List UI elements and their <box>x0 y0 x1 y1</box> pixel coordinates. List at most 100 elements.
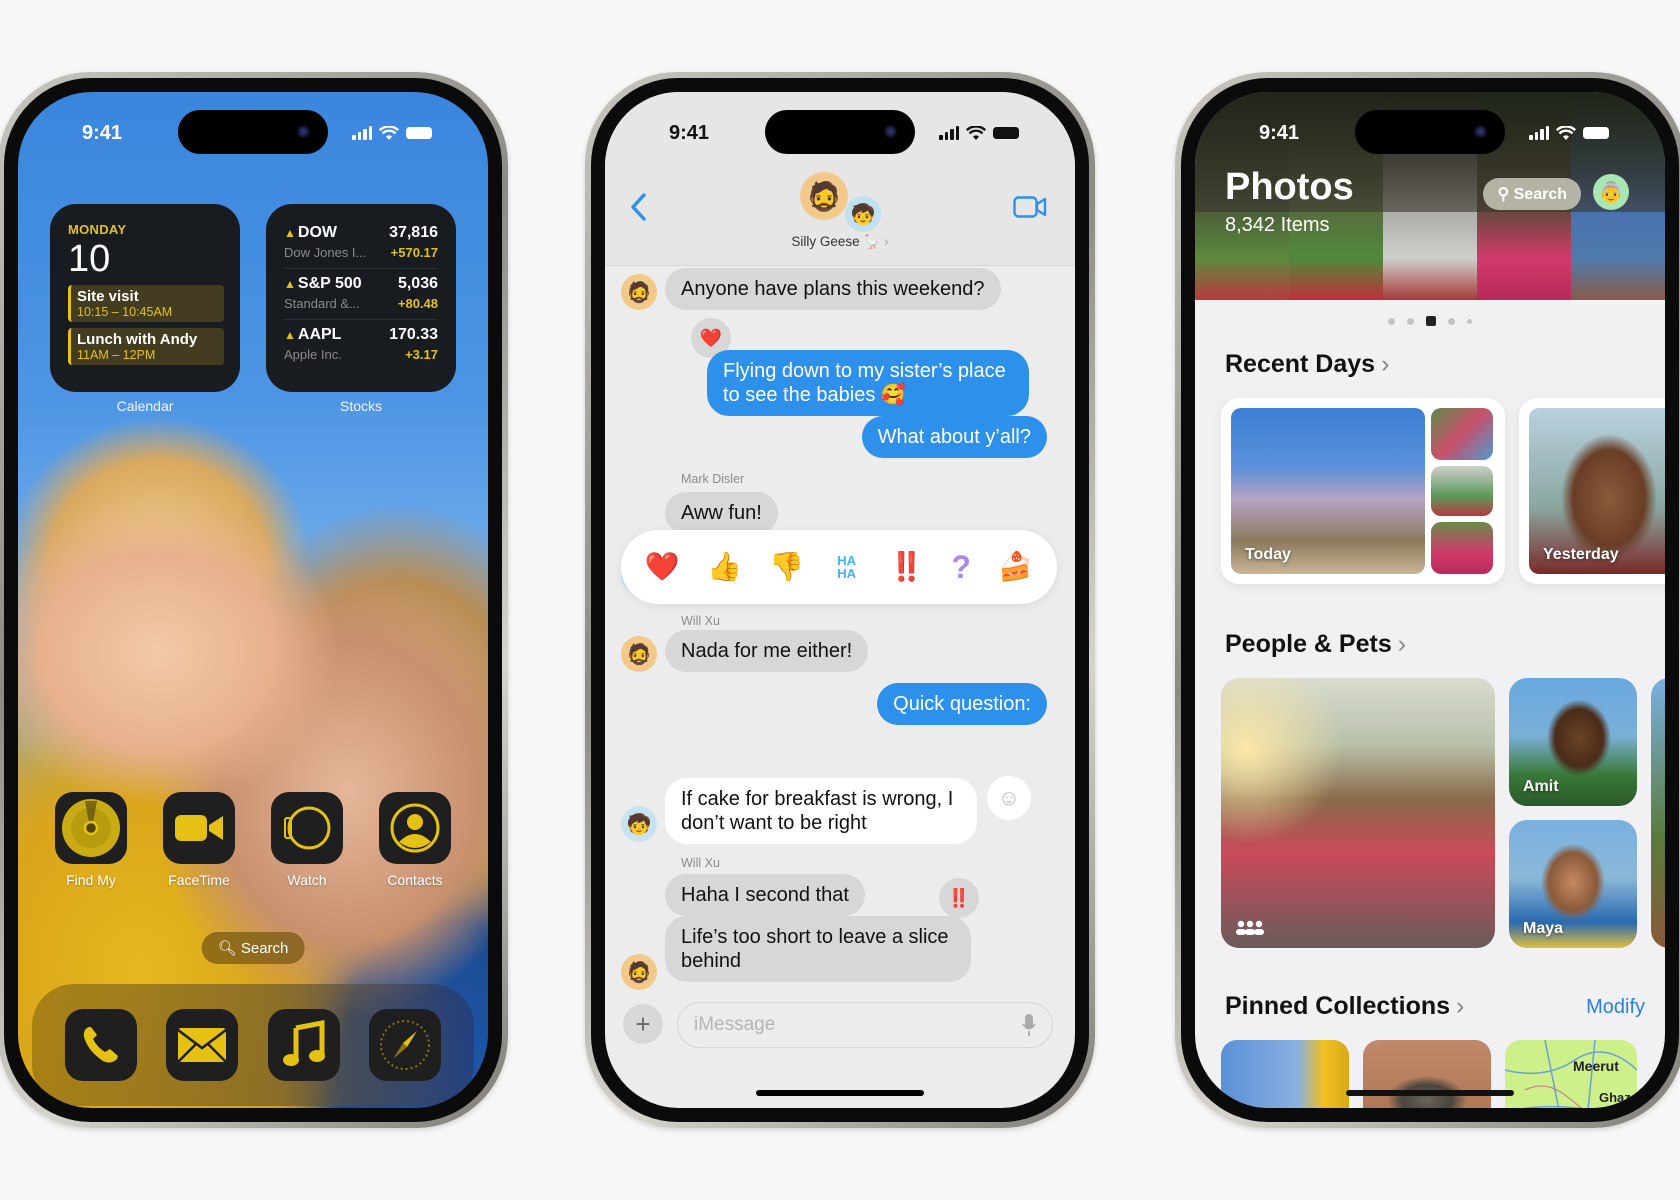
tapback-question-option[interactable]: ? <box>951 551 971 583</box>
pager-dot[interactable] <box>1407 317 1414 325</box>
message-bubble-incoming[interactable]: Aww fun! <box>665 492 778 534</box>
tapback-thumbs-down-option[interactable]: 👎 <box>769 553 804 581</box>
safari-icon <box>380 1020 431 1070</box>
section-header-people-pets[interactable]: People & Pets › <box>1225 630 1406 659</box>
home-screen: 9:41 MONDAY 10 Site visit 10:15 – 10:45A… <box>18 92 488 1108</box>
profile-avatar-button[interactable]: 👵 <box>1593 174 1629 210</box>
tapback-heart-option[interactable]: ❤️ <box>645 553 680 581</box>
mail-icon <box>177 1028 228 1063</box>
section-header-pinned-collections[interactable]: Pinned Collections › <box>1225 992 1464 1021</box>
pager-dot[interactable] <box>1388 317 1395 325</box>
recent-day-card-yesterday[interactable]: Yesterday <box>1519 398 1665 584</box>
pinned-collection-map[interactable]: Meerut Ghaz <box>1505 1040 1637 1108</box>
message-bubble-outgoing[interactable]: What about y’all? <box>861 416 1047 458</box>
pinned-collection[interactable] <box>1363 1040 1491 1108</box>
person-amit[interactable]: Amit <box>1509 678 1637 806</box>
add-emoji-reaction-button[interactable]: ☺ <box>987 776 1031 820</box>
section-header-recent-days[interactable]: Recent Days › <box>1225 350 1389 379</box>
tapback-thumbs-up-option[interactable]: 👍 <box>707 553 742 581</box>
calendar-event[interactable]: Site visit 10:15 – 10:45AM <box>68 285 224 322</box>
dock <box>32 984 474 1106</box>
message-bubble-outgoing[interactable]: Flying down to my sister’s place to see … <box>707 350 1029 416</box>
calendar-widget-label: Calendar <box>116 398 174 414</box>
up-arrow-icon: ▲ <box>284 226 296 240</box>
app-watch[interactable]: Watch <box>270 792 344 888</box>
dock-app-music[interactable] <box>267 1009 340 1081</box>
stocks-widget[interactable]: ▲ DOW Dow Jones I... 37,816 +570.17 ▲ S&P … <box>266 204 456 392</box>
recent-day-card-today[interactable]: Today <box>1221 398 1505 584</box>
message-thread: 🧔 Anyone have plans this weekend? ❤️ Fly… <box>605 266 1075 1108</box>
app-contacts[interactable]: Contacts <box>378 792 452 888</box>
section-title: Recent Days <box>1225 350 1376 378</box>
stock-row[interactable]: ▲ AAPL Apple Inc. 170.33 +3.17 <box>284 320 438 370</box>
stock-symbol: S&P 500 <box>297 275 362 292</box>
photo-today-main[interactable]: Today <box>1231 408 1425 574</box>
cellular-signal-icon <box>939 126 959 140</box>
group-name-button[interactable]: Silly Geese 🪿 › <box>605 234 1075 250</box>
photos-search-button[interactable]: ⚲ Search <box>1483 178 1581 210</box>
tapback-exclamation-option[interactable]: ‼️ <box>889 553 924 581</box>
person-maya[interactable]: Maya <box>1509 820 1637 948</box>
home-indicator[interactable] <box>756 1090 924 1096</box>
status-bar: 9:41 <box>605 118 1075 148</box>
sender-avatar[interactable]: 🧔 <box>621 636 657 672</box>
sender-avatar[interactable]: 🧒 <box>621 806 657 842</box>
event-time: 10:15 – 10:45AM <box>77 305 173 319</box>
photo-thumbnail[interactable] <box>1431 408 1493 460</box>
section-title: Pinned Collections <box>1225 992 1451 1020</box>
message-bubble-incoming[interactable]: Life’s too short to leave a slice behind <box>665 916 971 982</box>
microphone-icon[interactable] <box>1022 1013 1036 1037</box>
stock-change: +570.17 <box>390 245 438 260</box>
home-indicator[interactable] <box>1346 1090 1514 1096</box>
sender-avatar[interactable]: 🧔 <box>621 274 657 310</box>
calendar-event[interactable]: Lunch with Andy 11AM – 12PM <box>68 328 224 365</box>
imessage-input[interactable]: iMessage <box>677 1002 1053 1048</box>
apps-plus-button[interactable]: + <box>623 1004 663 1044</box>
message-bubble-incoming[interactable]: Haha I second that <box>665 874 865 916</box>
collection-pager[interactable] <box>1195 316 1665 326</box>
dock-app-mail[interactable] <box>166 1009 239 1081</box>
message-bubble-outgoing[interactable]: Quick question: <box>877 683 1047 725</box>
photo-thumbnail[interactable] <box>1431 466 1493 516</box>
pager-grid-dot-active[interactable] <box>1426 316 1436 326</box>
calendar-widget[interactable]: MONDAY 10 Site visit 10:15 – 10:45AM Lun… <box>50 204 240 392</box>
modify-button[interactable]: Modify <box>1586 996 1645 1019</box>
sender-name: Mark Disler <box>681 472 745 486</box>
dock-app-safari[interactable] <box>369 1009 442 1081</box>
message-bubble-incoming[interactable]: Anyone have plans this weekend? <box>665 268 1001 310</box>
sender-avatar[interactable]: 🧔 <box>621 954 657 990</box>
group-avatar-primary[interactable]: 🧔 <box>800 172 848 220</box>
message-bubble-focused[interactable]: If cake for breakfast is wrong, I don’t … <box>665 778 977 844</box>
app-label: Find My <box>66 872 116 888</box>
dock-app-phone[interactable] <box>64 1009 137 1081</box>
group-avatar-secondary[interactable]: 🧒 <box>845 196 881 232</box>
facetime-icon <box>175 815 223 841</box>
tapback-haha-option[interactable]: HA HA <box>832 554 862 580</box>
app-facetime[interactable]: FaceTime <box>162 792 236 888</box>
pinned-collection[interactable] <box>1221 1040 1349 1108</box>
search-icon: 🔍︎ <box>217 940 237 957</box>
chevron-right-icon: › <box>1456 992 1465 1020</box>
pager-dot[interactable] <box>1467 318 1472 324</box>
people-group-photo[interactable] <box>1221 678 1495 948</box>
tapback-emoji-option[interactable]: 🍰 <box>998 553 1033 581</box>
stock-value: 170.33 <box>389 326 438 343</box>
messages-screen: 🧔 🧒 Silly Geese 🪿 › 9:41 🧔 Anyone have pl… <box>605 92 1075 1108</box>
cellular-signal-icon <box>1529 126 1549 140</box>
pager-dot[interactable] <box>1448 317 1455 325</box>
phone-bezel: 9:41 Photos 8,342 Items ⚲ Search 👵 Recen… <box>1181 78 1679 1122</box>
stock-row[interactable]: ▲ S&P 500 Standard &... 5,036 +80.48 <box>284 269 438 320</box>
sender-name: Will Xu <box>681 856 720 870</box>
photo-yesterday[interactable]: Yesterday <box>1529 408 1665 574</box>
stock-row[interactable]: ▲ DOW Dow Jones I... 37,816 +570.17 <box>284 218 438 269</box>
home-search-button[interactable]: 🔍︎ Search <box>201 932 305 964</box>
facetime-video-button[interactable] <box>1013 196 1047 223</box>
stock-change: +80.48 <box>397 296 438 311</box>
back-button[interactable] <box>629 192 647 227</box>
wifi-icon <box>379 125 399 140</box>
photo-thumbnail[interactable] <box>1431 522 1493 574</box>
tapback-exclamation-reaction[interactable]: ‼️ <box>939 878 979 918</box>
message-bubble-incoming[interactable]: Nada for me either! <box>665 630 869 672</box>
app-find-my[interactable]: Find My <box>54 792 128 888</box>
person-partial[interactable] <box>1651 678 1665 948</box>
